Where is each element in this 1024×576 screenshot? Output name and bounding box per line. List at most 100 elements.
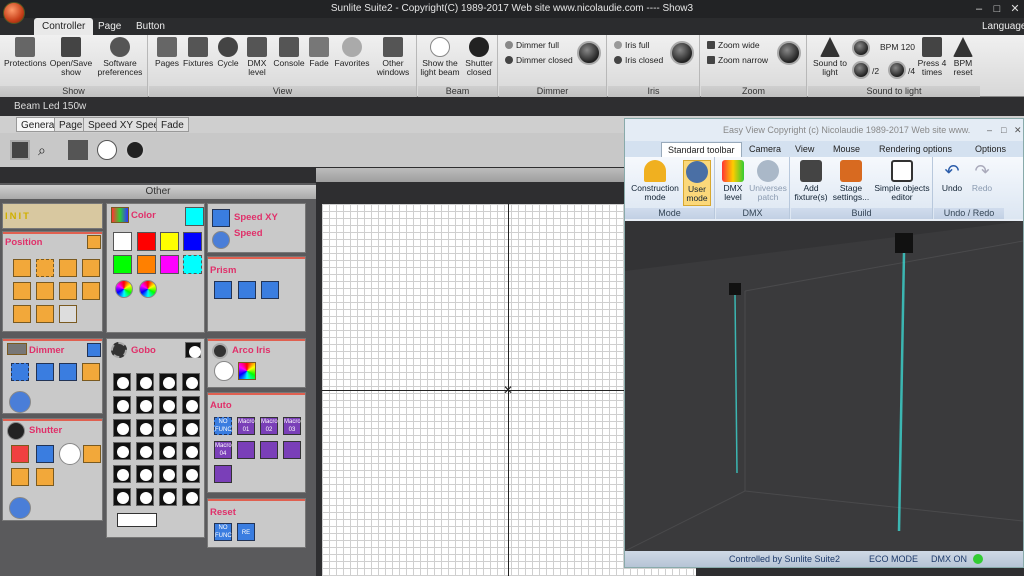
gobo-15[interactable] xyxy=(159,442,177,460)
3d-viewport[interactable] xyxy=(625,221,1023,551)
dimmer-settings-icon[interactable] xyxy=(87,343,101,357)
position-preset-8[interactable] xyxy=(82,282,100,300)
ev-tab-mouse[interactable]: Mouse xyxy=(827,142,866,157)
fade-button[interactable]: Fade xyxy=(307,37,331,68)
color-white[interactable] xyxy=(113,232,132,251)
zoom-wide-button[interactable]: Zoom wide xyxy=(707,39,760,51)
color-magenta[interactable] xyxy=(160,255,179,274)
tab-page[interactable]: Page xyxy=(90,18,129,35)
color-yellow[interactable] xyxy=(160,232,179,251)
zoom-narrow-button[interactable]: Zoom narrow xyxy=(707,54,768,66)
maximize-button[interactable]: □ xyxy=(988,0,1006,18)
ev-tab-view[interactable]: View xyxy=(789,142,820,157)
reset-button[interactable]: RE xyxy=(237,523,255,541)
position-preset-9[interactable] xyxy=(13,305,31,323)
gobo-19[interactable] xyxy=(159,465,177,483)
shutter-preset-4[interactable] xyxy=(83,445,101,463)
auto-sound-3[interactable] xyxy=(283,441,301,459)
minimize-button[interactable]: – xyxy=(970,0,988,18)
ev-tab-standard[interactable]: Standard toolbar xyxy=(661,142,742,157)
ev-dmx-level-button[interactable]: DMX level xyxy=(720,160,746,202)
cycle-button[interactable]: Cycle xyxy=(215,37,241,68)
gobo-7[interactable] xyxy=(159,396,177,414)
simple-objects-button[interactable]: Simple objects editor xyxy=(873,160,931,202)
gobo-22[interactable] xyxy=(136,488,154,506)
gobo-12[interactable] xyxy=(182,419,200,437)
tab-button[interactable]: Button xyxy=(128,18,173,35)
gobo-11[interactable] xyxy=(159,419,177,437)
ev-minimize-button[interactable]: – xyxy=(987,119,992,141)
auto-sound-1[interactable] xyxy=(237,441,255,459)
color-wheel-1[interactable] xyxy=(115,280,133,298)
ev-maximize-button[interactable]: □ xyxy=(1001,119,1006,141)
favorites-button[interactable]: Favorites xyxy=(333,37,371,68)
auto-nofunc[interactable]: NO FUNC xyxy=(214,417,232,435)
bpm-x2-button[interactable] xyxy=(852,39,870,57)
iris-closed-button[interactable]: Iris closed xyxy=(614,54,663,66)
construction-mode-button[interactable]: Construction mode xyxy=(629,160,681,202)
gobo-1[interactable] xyxy=(113,373,131,391)
color-wheel-2[interactable] xyxy=(139,280,157,298)
open-save-button[interactable]: Open/Save show xyxy=(48,37,94,77)
gobo-10[interactable] xyxy=(136,419,154,437)
shutter-fader-icon[interactable] xyxy=(9,497,31,519)
layout-icon[interactable] xyxy=(68,140,88,160)
zoom-knob[interactable] xyxy=(777,41,801,65)
bpm-div2-button[interactable] xyxy=(852,61,870,79)
bpm-reset-button[interactable]: BPM reset xyxy=(948,37,978,77)
gobo-24[interactable] xyxy=(182,488,200,506)
auto-macro-03[interactable]: Macro 03 xyxy=(283,417,301,435)
press-4-times-button[interactable]: Press 4 times xyxy=(916,37,948,77)
add-fixture-button[interactable]: Add fixture(s) xyxy=(793,160,829,202)
position-preset-10[interactable] xyxy=(36,305,54,323)
auto-macro-04[interactable]: Macro 04 xyxy=(214,441,232,459)
redo-button[interactable]: ↷ Redo xyxy=(968,160,996,193)
tab-controller[interactable]: Controller xyxy=(34,18,94,35)
dimmer-closed-button[interactable]: Dimmer closed xyxy=(505,54,573,66)
shutter-preset-6[interactable] xyxy=(36,468,54,486)
position-preset-11[interactable] xyxy=(59,305,77,323)
app-menu-button[interactable] xyxy=(3,2,25,24)
position-preset-2[interactable] xyxy=(36,259,54,277)
gobo-2[interactable] xyxy=(136,373,154,391)
gobo-shake-icon[interactable] xyxy=(117,513,157,527)
position-settings-icon[interactable] xyxy=(87,235,101,249)
monitor-icon[interactable] xyxy=(10,140,30,160)
crosshair-icon[interactable]: ✕ xyxy=(503,384,513,396)
gobo-4[interactable] xyxy=(182,373,200,391)
position-preset-5[interactable] xyxy=(13,282,31,300)
fixtures-button[interactable]: Fixtures xyxy=(183,37,213,68)
color-red[interactable] xyxy=(137,232,156,251)
dimmer-fader-icon[interactable] xyxy=(9,391,31,413)
position-preset-7[interactable] xyxy=(59,282,77,300)
auto-macro-02[interactable]: Macro 02 xyxy=(260,417,278,435)
prism-1[interactable] xyxy=(238,281,256,299)
gobo-3[interactable] xyxy=(159,373,177,391)
color-current[interactable] xyxy=(185,207,204,226)
color-orange[interactable] xyxy=(137,255,156,274)
ev-close-button[interactable]: ✕ xyxy=(1014,119,1022,141)
beam-off-icon[interactable] xyxy=(125,140,145,160)
reset-nofunc[interactable]: NO FUNC xyxy=(214,523,232,541)
show-beam-button[interactable]: Show the light beam xyxy=(420,37,460,77)
universes-patch-button[interactable]: Universes patch xyxy=(748,160,788,202)
console-button[interactable]: Console xyxy=(273,37,305,68)
ev-tab-rendering[interactable]: Rendering options xyxy=(873,142,958,157)
bpm-div4-button[interactable] xyxy=(888,61,906,79)
auto-sound-2[interactable] xyxy=(260,441,278,459)
ev-options-menu[interactable]: Options xyxy=(969,142,1012,157)
preferences-button[interactable]: Software preferences xyxy=(96,37,144,77)
prism-off[interactable] xyxy=(214,281,232,299)
dimmer-preset-4[interactable] xyxy=(82,363,100,381)
tab-fade[interactable]: Fade xyxy=(156,117,189,132)
color-blue[interactable] xyxy=(183,232,202,251)
search-icon[interactable]: ⌕ xyxy=(38,140,58,160)
dimmer-full-button[interactable]: Dimmer full xyxy=(505,39,559,51)
iris-knob[interactable] xyxy=(670,41,694,65)
prism-2[interactable] xyxy=(261,281,279,299)
pages-button[interactable]: Pages xyxy=(153,37,181,68)
position-preset-1[interactable] xyxy=(13,259,31,277)
gobo-20[interactable] xyxy=(182,465,200,483)
auto-sound-4[interactable] xyxy=(214,465,232,483)
sound-to-light-button[interactable]: Sound to light xyxy=(810,37,850,77)
